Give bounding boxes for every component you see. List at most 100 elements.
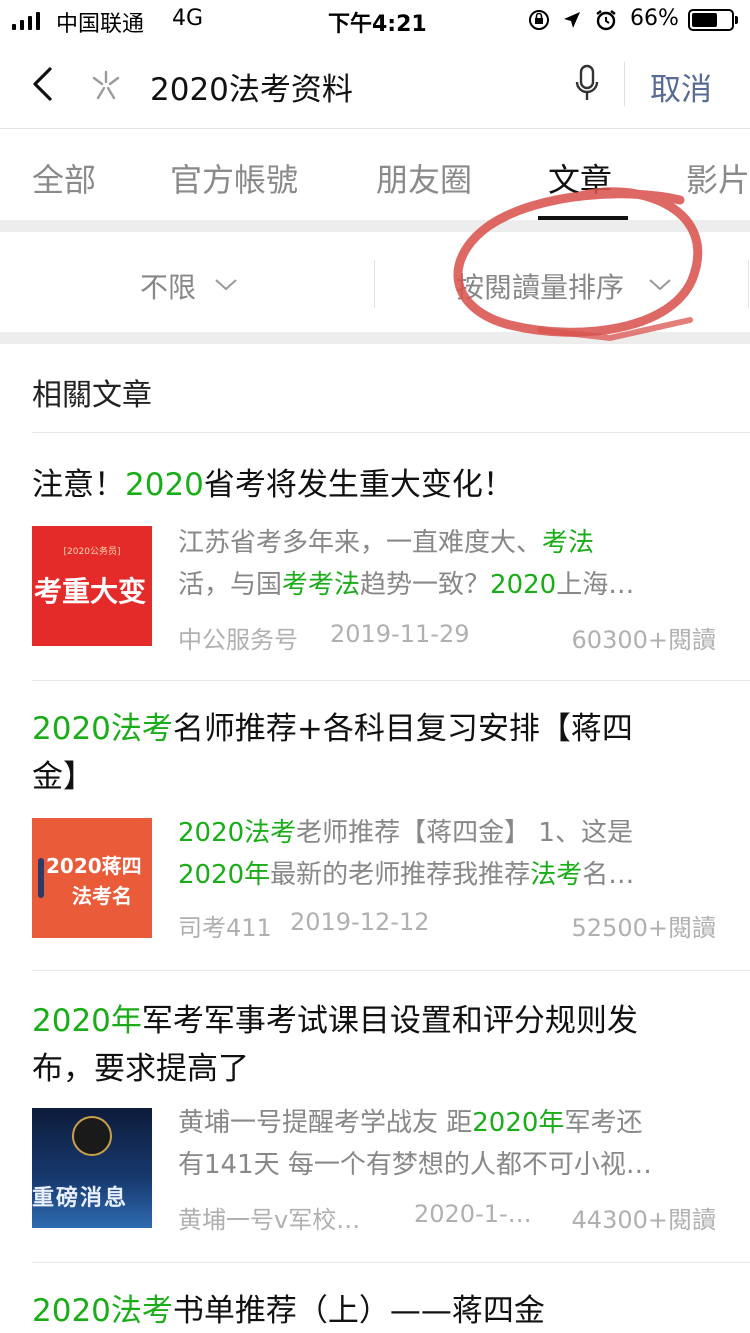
signal-icon bbox=[12, 10, 48, 30]
highlighted-keyword: 考法 bbox=[542, 528, 595, 558]
carrier-label: 中国联通 bbox=[56, 12, 145, 37]
highlighted-keyword: 2020年 bbox=[32, 1003, 142, 1039]
microphone-icon[interactable] bbox=[574, 64, 600, 104]
article-summary-line: 活，与国考考法趋势一致？2020上海… bbox=[178, 564, 634, 606]
article-thumbnail: 重磅消息 bbox=[32, 1108, 152, 1228]
highlighted-keyword: 2020法考 bbox=[32, 711, 173, 747]
thumbnail-text: 考重大变 bbox=[34, 575, 147, 608]
status-bar: 中国联通 4G 下午4:21 66% bbox=[0, 0, 750, 40]
article-read-count: 60300+閱讀 bbox=[571, 626, 716, 654]
article-item[interactable]: 注意！2020省考将发生重大变化！ [2020公务员] 考重大变 江苏省考多年来… bbox=[0, 434, 750, 678]
divider bbox=[32, 1262, 750, 1263]
rotation-lock-icon bbox=[529, 10, 549, 30]
tab-moments[interactable]: 朋友圈 bbox=[376, 155, 472, 201]
article-date: 2020-1-… bbox=[414, 1200, 532, 1228]
search-divider bbox=[624, 62, 625, 106]
tab-all[interactable]: 全部 bbox=[32, 155, 96, 201]
location-icon bbox=[564, 12, 580, 28]
thumbnail-emblem bbox=[72, 1116, 112, 1156]
article-item[interactable]: 2020年军考军事考试课目设置和评分规则发 布，要求提高了 重磅消息 黄埔一号提… bbox=[0, 972, 750, 1260]
article-summary-line: 有141天 每一个有梦想的人都不可小视… bbox=[178, 1144, 652, 1186]
battery-icon bbox=[688, 9, 738, 31]
article-title: 2020年军考军事考试课目设置和评分规则发 bbox=[32, 1000, 638, 1042]
highlighted-keyword: 2020 bbox=[125, 467, 204, 503]
divider bbox=[0, 332, 750, 344]
text-segment: 书单推荐（上）——蒋四金 bbox=[172, 1293, 545, 1329]
text-segment: 趋势一致？ bbox=[360, 570, 491, 600]
article-thumbnail: [2020公务员] 考重大变 bbox=[32, 526, 152, 646]
text-segment: 名… bbox=[582, 860, 635, 890]
chevron-down-icon bbox=[215, 279, 237, 291]
filter-divider bbox=[748, 260, 749, 308]
article-source: 司考411 bbox=[178, 914, 272, 942]
search-input[interactable]: 2020法考资料 bbox=[150, 64, 353, 109]
alarm-icon bbox=[596, 10, 616, 31]
text-segment: 军考还 bbox=[564, 1108, 643, 1138]
thumbnail-text: 2020蒋四 bbox=[46, 854, 142, 878]
text-segment: 军考军事考试课目设置和评分规则发 bbox=[141, 1003, 638, 1039]
article-title-line2: 金】 bbox=[32, 756, 94, 798]
text-segment: 活，与国 bbox=[178, 570, 283, 600]
text-segment: 金】 bbox=[32, 759, 94, 795]
article-summary-line: 2020年最新的老师推荐我推荐法考名… bbox=[178, 854, 634, 896]
tab-articles[interactable]: 文章 bbox=[548, 155, 612, 201]
text-segment: 老师推荐【蒋四金】 1、这是 bbox=[296, 818, 633, 848]
highlighted-keyword: 2020法考 bbox=[178, 818, 297, 848]
filter-row: 不限 按閱讀量排序 bbox=[0, 232, 750, 332]
sort-filter-label: 按閱讀量排序 bbox=[456, 271, 625, 304]
highlighted-keyword: 考考法 bbox=[282, 570, 361, 600]
article-title-line2: 布，要求提高了 bbox=[32, 1048, 249, 1090]
article-item[interactable]: 2020法考书单推荐（上）——蒋四金 bbox=[0, 1264, 750, 1333]
text-segment: 上海… bbox=[556, 570, 635, 600]
tab-official-accounts[interactable]: 官方帳號 bbox=[170, 155, 298, 201]
highlighted-keyword: 2020 bbox=[490, 570, 557, 600]
article-source: 中公服务号 bbox=[178, 626, 298, 654]
highlighted-keyword: 2020年 bbox=[178, 860, 271, 890]
thumbnail-text: 重磅消息 bbox=[32, 1186, 129, 1211]
clock-label: 下午4:21 bbox=[328, 12, 427, 37]
tab-bar: 全部 官方帳號 朋友圈 文章 影片 bbox=[0, 130, 750, 220]
article-title: 2020法考书单推荐（上）——蒋四金 bbox=[32, 1290, 545, 1332]
article-summary-line: 江苏省考多年来，一直难度大、考法 bbox=[178, 522, 594, 564]
chevron-down-icon bbox=[649, 279, 671, 291]
article-item[interactable]: 2020法考名师推荐+各科目复习安排【蒋四 金】 2020蒋四 法考名 2020… bbox=[0, 682, 750, 968]
time-filter-label: 不限 bbox=[140, 271, 197, 304]
article-summary-line: 黄埔一号提醒考学战友 距2020年军考还 bbox=[178, 1102, 642, 1144]
divider bbox=[0, 220, 750, 232]
filter-divider bbox=[374, 260, 375, 308]
article-thumbnail: 2020蒋四 法考名 bbox=[32, 818, 152, 938]
time-filter[interactable]: 不限 bbox=[140, 266, 237, 306]
tab-videos[interactable]: 影片 bbox=[686, 155, 750, 201]
highlighted-keyword: 2020法考 bbox=[32, 1293, 173, 1329]
chevron-left-icon[interactable] bbox=[30, 66, 54, 102]
cancel-button[interactable]: 取消 bbox=[650, 64, 712, 109]
text-segment: 注意！ bbox=[32, 467, 125, 503]
text-segment: 有141天 每一个有梦想的人都不可小视… bbox=[178, 1150, 652, 1180]
divider bbox=[32, 680, 750, 681]
article-title: 注意！2020省考将发生重大变化！ bbox=[32, 464, 514, 506]
sort-filter[interactable]: 按閱讀量排序 bbox=[456, 266, 671, 306]
search-logo-icon bbox=[92, 70, 120, 100]
thumbnail-text: 法考名 bbox=[72, 884, 132, 908]
battery-percent: 66% bbox=[630, 6, 679, 31]
text-segment: 名师推荐+各科目复习安排【蒋四 bbox=[172, 711, 633, 747]
highlighted-keyword: 2020年 bbox=[472, 1108, 565, 1138]
text-segment: 江苏省考多年来，一直难度大、 bbox=[178, 528, 543, 558]
text-segment: 布，要求提高了 bbox=[32, 1051, 249, 1087]
article-source: 黄埔一号v军校… bbox=[178, 1206, 361, 1234]
section-title: 相關文章 bbox=[32, 378, 152, 413]
divider bbox=[32, 432, 750, 433]
highlighted-keyword: 法考 bbox=[530, 860, 583, 890]
search-bar: 2020法考资料 取消 bbox=[0, 40, 750, 129]
article-read-count: 52500+閱讀 bbox=[571, 914, 716, 942]
text-segment: 省考将发生重大变化！ bbox=[203, 467, 514, 503]
article-read-count: 44300+閱讀 bbox=[571, 1206, 716, 1234]
network-label: 4G bbox=[172, 6, 204, 31]
article-date: 2019-12-12 bbox=[290, 908, 430, 936]
divider bbox=[32, 970, 750, 971]
thumbnail-figure bbox=[38, 858, 44, 898]
article-date: 2019-11-29 bbox=[330, 620, 470, 648]
article-title: 2020法考名师推荐+各科目复习安排【蒋四 bbox=[32, 708, 633, 750]
text-segment: 最新的老师推荐我推荐 bbox=[270, 860, 531, 890]
thumbnail-banner: [2020公务员] bbox=[63, 547, 121, 557]
